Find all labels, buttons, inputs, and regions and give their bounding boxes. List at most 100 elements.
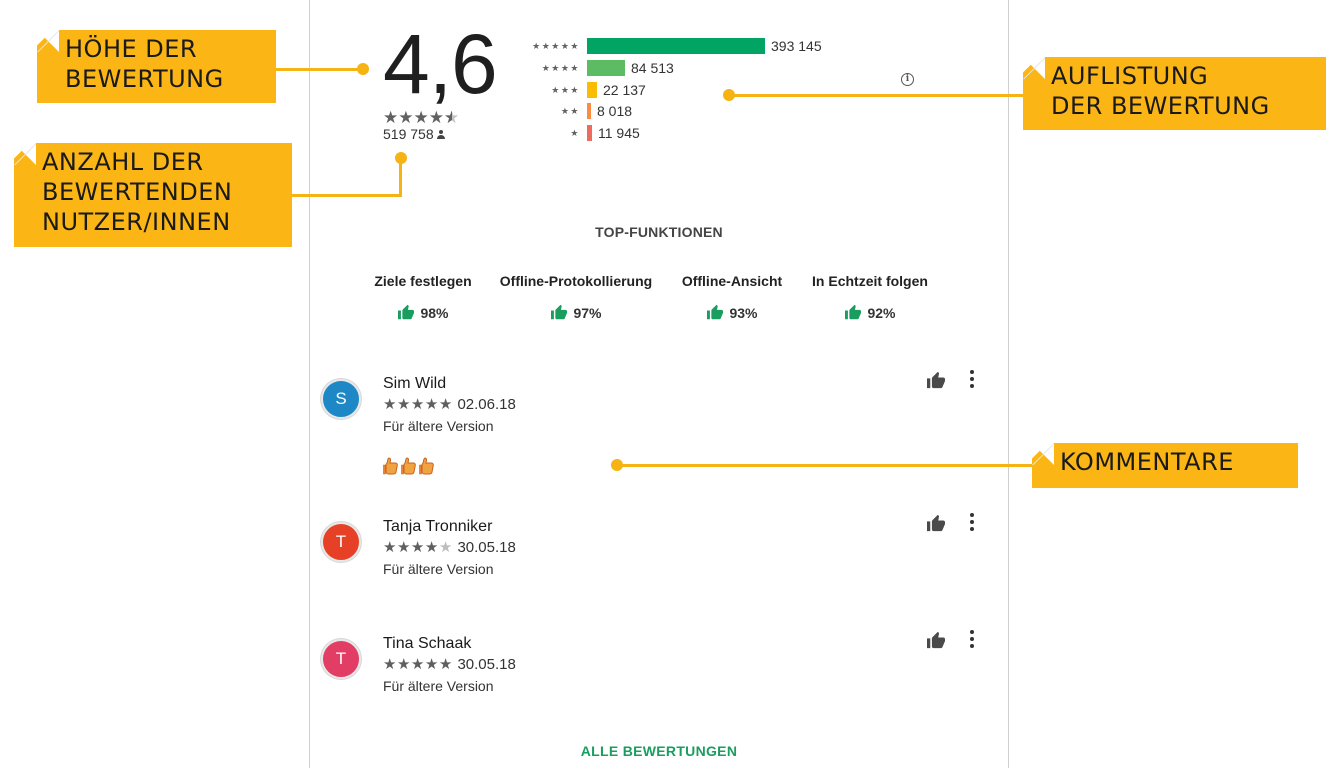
review-stars: ★★★★★ bbox=[383, 656, 457, 673]
more-vert-icon[interactable] bbox=[969, 513, 975, 533]
more-vert-icon[interactable] bbox=[969, 630, 975, 650]
callout-line: AUFLISTUNG bbox=[1051, 62, 1209, 90]
person-icon bbox=[437, 130, 446, 139]
thumbs-up-icon bbox=[845, 304, 862, 320]
histogram-count: 11 945 bbox=[598, 125, 640, 141]
star-empty-icon: ★ bbox=[438, 539, 453, 556]
feature-approval: 92% bbox=[804, 304, 936, 322]
star-filled-icon: ★ bbox=[383, 539, 397, 556]
info-icon[interactable]: i bbox=[901, 73, 914, 86]
star-filled-icon: ★ bbox=[424, 539, 439, 556]
thumbs-up-icon bbox=[551, 304, 568, 320]
callout-line: DER BEWERTUNG bbox=[1051, 92, 1270, 120]
review-card: S Sim Wild ★★★★★ 02.06.18 Für ältere Ver… bbox=[309, 370, 1009, 484]
feature-live-tracking: In Echtzeit folgen 92% bbox=[804, 272, 936, 322]
thumbs-up-icon bbox=[707, 304, 724, 320]
top-features-title: TOP-FUNKTIONEN bbox=[595, 224, 723, 240]
star-filled-icon: ★ bbox=[438, 656, 453, 673]
histogram-bar bbox=[587, 125, 592, 141]
feature-percent: 97% bbox=[573, 305, 602, 321]
feature-percent: 93% bbox=[729, 305, 758, 321]
review-date: 02.06.18 bbox=[457, 396, 516, 413]
connector-dot bbox=[395, 152, 407, 164]
review-date: 30.05.18 bbox=[457, 539, 516, 556]
connector-line bbox=[399, 162, 402, 197]
star-filled-icon: ★ bbox=[396, 539, 411, 556]
review-version: Für ältere Version bbox=[383, 678, 494, 694]
histogram-bar bbox=[587, 38, 765, 54]
callout-rater-count: ANZAHL DER BEWERTENDEN NUTZER/INNEN bbox=[14, 143, 292, 247]
rater-count-value: 519 758 bbox=[383, 126, 434, 142]
review-date: 30.05.18 bbox=[457, 656, 516, 673]
feature-name: Offline-Protokollierung bbox=[499, 273, 653, 289]
avatar[interactable]: T bbox=[321, 639, 361, 679]
reviewer-name: Tanja Tronniker bbox=[383, 518, 493, 535]
star-filled-icon: ★ bbox=[396, 656, 411, 673]
callout-line: HÖHE DER bbox=[65, 35, 198, 63]
star-filled-icon: ★ bbox=[424, 396, 439, 413]
connector-line bbox=[622, 464, 1032, 467]
avatar[interactable]: S bbox=[321, 379, 361, 419]
callout-rating-height: HÖHE DER BEWERTUNG bbox=[37, 30, 276, 103]
all-reviews-link[interactable]: ALLE BEWERTUNGEN bbox=[309, 743, 1009, 759]
connector-line bbox=[276, 68, 364, 71]
feature-percent: 92% bbox=[867, 305, 896, 321]
callout-line: NUTZER/INNEN bbox=[42, 208, 231, 236]
callout-rating-list: AUFLISTUNG DER BEWERTUNG bbox=[1023, 57, 1326, 130]
reviewer-name: Tina Schaak bbox=[383, 635, 472, 652]
histogram-row: ★★ 8 018 bbox=[520, 102, 920, 120]
review-stars: ★★★★★ bbox=[383, 396, 457, 413]
feature-offline-logging: Offline-Protokollierung 97% bbox=[494, 272, 658, 322]
star-filled-icon: ★ bbox=[424, 656, 439, 673]
feature-percent: 98% bbox=[420, 305, 449, 321]
thumbs-up-icon[interactable] bbox=[926, 371, 946, 389]
thumbs-up-emoji-icon bbox=[401, 457, 416, 475]
callout-line: KOMMENTARE bbox=[1060, 448, 1234, 476]
star-filled-icon: ★ bbox=[383, 656, 397, 673]
histogram-row: ★★★★★ 393 145 bbox=[520, 37, 920, 55]
histogram-stars: ★★★ bbox=[551, 85, 580, 95]
review-meta: ★★★★★ 30.05.18 bbox=[383, 538, 516, 558]
average-rating: 4,6 bbox=[383, 17, 498, 111]
review-card: T Tanja Tronniker ★★★★★ 30.05.18 Für ält… bbox=[309, 513, 1009, 627]
histogram-stars: ★★ bbox=[560, 106, 580, 116]
connector-dot bbox=[611, 459, 623, 471]
thumbs-up-icon[interactable] bbox=[926, 631, 946, 649]
callout-line: BEWERTUNG bbox=[65, 65, 224, 93]
callout-line: ANZAHL DER bbox=[42, 148, 204, 176]
review-meta: ★★★★★ 02.06.18 bbox=[383, 395, 516, 415]
feature-approval: 97% bbox=[494, 304, 658, 322]
star-filled-icon: ★ bbox=[438, 396, 453, 413]
feature-goals: Ziele festlegen 98% bbox=[368, 272, 478, 322]
review-version: Für ältere Version bbox=[383, 418, 494, 434]
callout-line: BEWERTENDEN bbox=[42, 178, 233, 206]
star-filled-icon: ★ bbox=[383, 396, 397, 413]
average-stars: ★★★★★ bbox=[383, 108, 459, 128]
histogram-count: 393 145 bbox=[771, 38, 822, 54]
star-filled-icon: ★ bbox=[410, 396, 425, 413]
histogram-count: 22 137 bbox=[603, 82, 646, 98]
review-stars: ★★★★★ bbox=[383, 539, 457, 556]
histogram-count: 84 513 bbox=[631, 60, 674, 76]
star-filled-icon: ★ bbox=[396, 396, 411, 413]
feature-name: Offline-Ansicht bbox=[681, 273, 783, 289]
connector-dot bbox=[357, 63, 369, 75]
histogram-bar bbox=[587, 60, 625, 76]
rater-count: 519 758 bbox=[383, 126, 446, 142]
connector-line bbox=[292, 194, 402, 197]
more-vert-icon[interactable] bbox=[969, 370, 975, 390]
histogram-row: ★★★★ 84 513 bbox=[520, 59, 920, 77]
feature-offline-view: Offline-Ansicht 93% bbox=[676, 272, 788, 322]
avatar[interactable]: T bbox=[321, 522, 361, 562]
thumbs-up-emoji-icon bbox=[383, 457, 398, 475]
thumbs-up-icon[interactable] bbox=[926, 514, 946, 532]
feature-name: In Echtzeit folgen bbox=[812, 273, 928, 289]
review-card: T Tina Schaak ★★★★★ 30.05.18 Für ältere … bbox=[309, 630, 1009, 744]
thumbs-up-emoji-icon bbox=[419, 457, 434, 475]
feature-approval: 98% bbox=[368, 304, 478, 322]
histogram-row: ★ 11 945 bbox=[520, 124, 920, 142]
review-text-emojis bbox=[383, 457, 437, 477]
histogram-stars: ★★★★★ bbox=[532, 41, 580, 51]
histogram-stars: ★ bbox=[570, 128, 580, 138]
thumbs-up-icon bbox=[398, 304, 415, 320]
